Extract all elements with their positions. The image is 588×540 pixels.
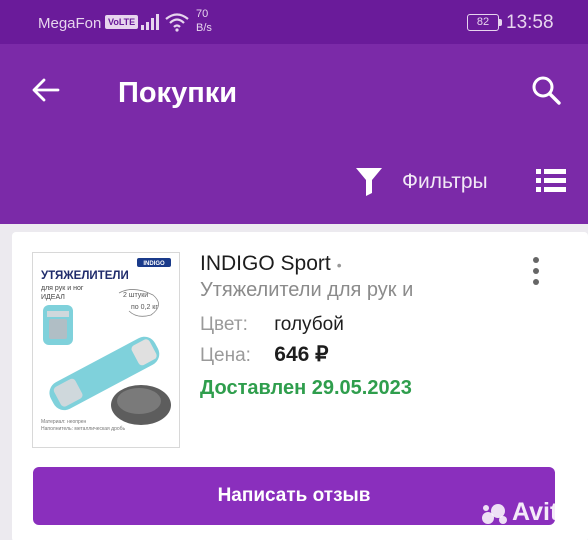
color-label: Цвет: [200,314,248,335]
delivery-status: Доставлен 29.05.2023 [200,377,412,399]
svg-text:для рук и ног: для рук и ног [41,285,84,292]
filter-icon[interactable] [355,166,383,196]
color-row: Цвет: голубой [200,314,344,336]
order-card[interactable]: INDIGO УТЯЖЕЛИТЕЛИ для рук и ног ИДЕАЛ 2… [12,232,588,540]
avito-watermark: Avito [512,498,574,526]
svg-text:INDIGO: INDIGO [143,261,165,267]
product-brand: INDIGO Sport • [200,252,342,275]
svg-text:Материал: неопрен: Материал: неопрен [41,419,87,425]
filters-button[interactable]: Фильтры [402,170,488,194]
write-review-button[interactable]: Написать отзыв [33,467,555,525]
battery-tip [499,19,502,26]
clock: 13:58 [506,12,554,33]
battery-icon: 82 [467,14,499,31]
more-options-icon[interactable] [528,256,544,286]
product-title[interactable]: Утяжелители для рук и [200,279,413,302]
svg-text:2 штуки: 2 штуки [123,292,148,299]
network-speed: 70 B/s [196,8,212,34]
signal-icon [141,14,159,30]
page-title: Покупки [118,77,238,109]
search-icon[interactable] [530,74,562,106]
color-value: голубой [274,314,344,335]
avito-logo-icon [482,504,507,524]
product-image[interactable]: INDIGO УТЯЖЕЛИТЕЛИ для рук и ног ИДЕАЛ 2… [32,252,180,448]
list-view-icon[interactable] [536,168,566,194]
app-bar: Покупки Фильтры [0,44,588,224]
svg-text:Наполнитель: металлическая дро: Наполнитель: металлическая дробь [41,426,125,432]
svg-text:ИДЕАЛ: ИДЕАЛ [41,294,65,301]
svg-text:по 0,2 кг: по 0,2 кг [131,304,158,311]
price-value: 646 ₽ [274,343,329,366]
price-label: Цена: [200,345,251,366]
svg-text:УТЯЖЕЛИТЕЛИ: УТЯЖЕЛИТЕЛИ [41,270,129,282]
wifi-icon [165,13,189,32]
volte-badge: VoLTE [105,15,139,29]
status-bar: MegaFon VoLTE 70 B/s 82 13:58 [0,0,588,44]
back-arrow-icon[interactable] [30,74,62,106]
price-row: Цена: 646 ₽ [200,342,329,367]
carrier-name: MegaFon [38,15,102,32]
